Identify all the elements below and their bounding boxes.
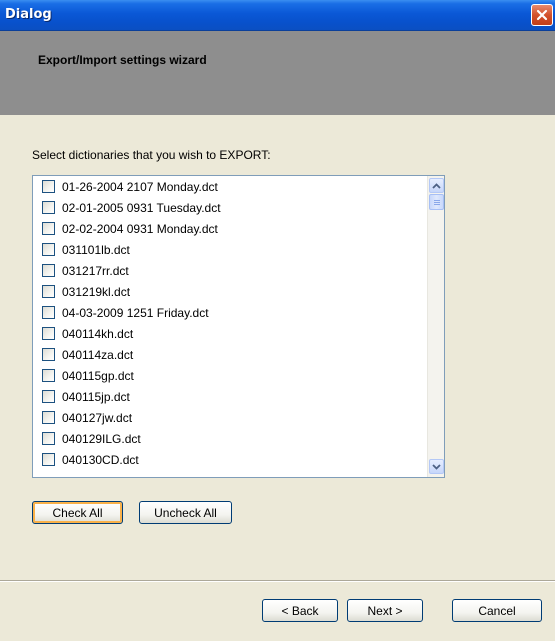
- dictionary-checkbox[interactable]: [42, 327, 55, 340]
- wizard-title: Export/Import settings wizard: [38, 53, 207, 67]
- scroll-thumb[interactable]: [429, 194, 444, 210]
- grip-line: [434, 200, 440, 201]
- grip-line: [434, 204, 440, 205]
- list-item[interactable]: 02-01-2005 0931 Tuesday.dct: [42, 197, 221, 218]
- dictionary-label: 040129ILG.dct: [62, 431, 141, 446]
- list-item[interactable]: 01-26-2004 2107 Monday.dct: [42, 176, 218, 197]
- dictionary-label: 02-02-2004 0931 Monday.dct: [62, 221, 218, 236]
- list-item[interactable]: 040127jw.dct: [42, 407, 132, 428]
- dictionary-checkbox[interactable]: [42, 390, 55, 403]
- check-all-button[interactable]: Check All: [32, 501, 123, 524]
- dictionary-checkbox[interactable]: [42, 432, 55, 445]
- list-item[interactable]: 040115jp.dct: [42, 386, 130, 407]
- chevron-down-icon: [432, 463, 441, 470]
- dictionary-label: 02-01-2005 0931 Tuesday.dct: [62, 200, 221, 215]
- list-item[interactable]: 031219kl.dct: [42, 281, 130, 302]
- list-item[interactable]: 040114kh.dct: [42, 323, 133, 344]
- title-bar[interactable]: Dialog: [0, 0, 555, 31]
- dictionary-label: 040115jp.dct: [62, 389, 130, 404]
- list-item[interactable]: 040129ILG.dct: [42, 428, 141, 449]
- grip-line: [434, 202, 440, 203]
- list-item[interactable]: 031101lb.dct: [42, 239, 130, 260]
- list-item[interactable]: 040115gp.dct: [42, 365, 134, 386]
- dictionary-checkbox[interactable]: [42, 264, 55, 277]
- list-item[interactable]: 04-03-2009 1251 Friday.dct: [42, 302, 209, 323]
- wizard-footer: < Back Next > Cancel: [0, 582, 555, 641]
- dialog-window: Dialog Export/Import settings wizard Sel…: [0, 0, 555, 641]
- dictionary-label: 031217rr.dct: [62, 263, 129, 278]
- dictionary-checkbox[interactable]: [42, 201, 55, 214]
- wizard-header: Export/Import settings wizard: [0, 31, 555, 115]
- dictionary-checkbox[interactable]: [42, 306, 55, 319]
- dictionary-list[interactable]: 01-26-2004 2107 Monday.dct 02-01-2005 09…: [32, 175, 445, 478]
- uncheck-all-button[interactable]: Uncheck All: [139, 501, 232, 524]
- close-icon: [536, 9, 548, 21]
- dictionary-checkbox[interactable]: [42, 285, 55, 298]
- close-button[interactable]: [531, 4, 553, 26]
- export-prompt: Select dictionaries that you wish to EXP…: [32, 148, 271, 162]
- dictionary-label: 04-03-2009 1251 Friday.dct: [62, 305, 209, 320]
- window-title: Dialog: [5, 7, 52, 22]
- dictionary-label: 040114za.dct: [62, 347, 134, 362]
- list-item[interactable]: 02-02-2004 0931 Monday.dct: [42, 218, 218, 239]
- dictionary-label: 040127jw.dct: [62, 410, 133, 425]
- dictionary-checkbox[interactable]: [42, 222, 55, 235]
- list-item[interactable]: 040130CD.dct: [42, 449, 139, 470]
- dictionary-label: 040114kh.dct: [62, 326, 134, 341]
- chevron-up-icon: [432, 182, 441, 189]
- dictionary-label: 01-26-2004 2107 Monday.dct: [62, 179, 218, 194]
- dictionary-checkbox[interactable]: [42, 180, 55, 193]
- dictionary-checkbox[interactable]: [42, 453, 55, 466]
- dictionary-checkbox[interactable]: [42, 243, 55, 256]
- list-item[interactable]: 040114za.dct: [42, 344, 133, 365]
- scroll-down-button[interactable]: [429, 459, 444, 474]
- list-item[interactable]: 031217rr.dct: [42, 260, 129, 281]
- vertical-scrollbar[interactable]: [427, 176, 444, 477]
- cancel-button[interactable]: Cancel: [452, 599, 542, 622]
- next-button[interactable]: Next >: [347, 599, 423, 622]
- dictionary-label: 040115gp.dct: [62, 368, 134, 383]
- dictionary-label: 031101lb.dct: [62, 242, 130, 257]
- scroll-up-button[interactable]: [429, 178, 444, 193]
- dictionary-label: 040130CD.dct: [62, 452, 139, 467]
- wizard-content: Select dictionaries that you wish to EXP…: [0, 118, 555, 588]
- dictionary-checkbox[interactable]: [42, 411, 55, 424]
- dictionary-label: 031219kl.dct: [62, 284, 131, 299]
- dictionary-checkbox[interactable]: [42, 348, 55, 361]
- dictionary-checkbox[interactable]: [42, 369, 55, 382]
- back-button[interactable]: < Back: [262, 599, 338, 622]
